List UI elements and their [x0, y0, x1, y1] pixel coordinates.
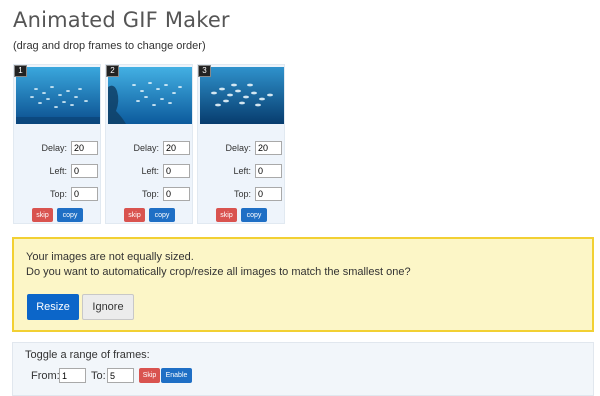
frame-number: 1	[14, 65, 27, 77]
delay-label: Delay:	[41, 143, 67, 153]
left-label: Left:	[141, 166, 159, 176]
left-label: Left:	[233, 166, 251, 176]
top-input[interactable]	[163, 187, 190, 201]
left-label: Left:	[49, 166, 67, 176]
copy-button[interactable]: copy	[57, 208, 83, 222]
frame-number: 3	[198, 65, 211, 77]
left-row: Left:	[198, 164, 284, 180]
left-row: Left:	[106, 164, 192, 180]
frame-card-3[interactable]: 3 Delay: 20 Left: 0 Top: 0 skip copy	[197, 64, 285, 224]
skip-button[interactable]: skip	[32, 208, 53, 222]
skip-button[interactable]: skip	[216, 208, 237, 222]
delay-input[interactable]	[255, 141, 282, 155]
top-row: Top:	[106, 187, 192, 203]
from-label: From:	[31, 370, 60, 382]
left-input[interactable]	[163, 164, 190, 178]
top-label: Top:	[141, 189, 159, 199]
left-row: Left:	[14, 164, 100, 180]
top-input[interactable]	[255, 187, 282, 201]
alert-message: Your images are not equally sized.	[26, 251, 194, 263]
alert-question: Do you want to automatically crop/resize…	[26, 266, 411, 278]
from-input[interactable]	[59, 368, 86, 383]
range-skip-button[interactable]: Skip	[139, 368, 160, 383]
toggle-range-panel: Toggle a range of frames: From: To: Skip…	[12, 342, 594, 396]
delay-input[interactable]	[71, 141, 98, 155]
skip-button[interactable]: skip	[124, 208, 145, 222]
page-subtitle: (drag and drop frames to change order)	[13, 40, 206, 52]
delay-row: Delay:	[106, 141, 192, 157]
copy-button[interactable]: copy	[149, 208, 175, 222]
frame-card-2[interactable]: 2 Delay: 20 Left: 0 Top: 0 skip copy	[105, 64, 193, 224]
size-warning-alert: Your images are not equally sized. Do yo…	[12, 237, 594, 332]
top-row: Top:	[198, 187, 284, 203]
toggle-title: Toggle a range of frames:	[25, 349, 150, 361]
top-input[interactable]	[71, 187, 98, 201]
top-label: Top:	[233, 189, 251, 199]
copy-button[interactable]: copy	[241, 208, 267, 222]
ignore-button[interactable]: Ignore	[82, 294, 134, 320]
delay-input[interactable]	[163, 141, 190, 155]
delay-label: Delay:	[133, 143, 159, 153]
frame-thumbnail[interactable]	[16, 67, 100, 124]
left-input[interactable]	[255, 164, 282, 178]
frame-thumbnail[interactable]	[108, 67, 192, 124]
range-enable-button[interactable]: Enable	[161, 368, 192, 383]
top-label: Top:	[49, 189, 67, 199]
delay-label: Delay:	[225, 143, 251, 153]
to-input[interactable]	[107, 368, 134, 383]
left-input[interactable]	[71, 164, 98, 178]
to-label: To:	[91, 370, 106, 382]
top-row: Top:	[14, 187, 100, 203]
delay-row: Delay:	[14, 141, 100, 157]
frame-thumbnail[interactable]	[200, 67, 284, 124]
page-title: Animated GIF Maker	[13, 8, 230, 32]
delay-row: Delay:	[198, 141, 284, 157]
frame-card-1[interactable]: 1 Delay: 20 Left: 0 Top: 0 skip copy	[13, 64, 101, 224]
frame-number: 2	[106, 65, 119, 77]
resize-button[interactable]: Resize	[27, 294, 79, 320]
